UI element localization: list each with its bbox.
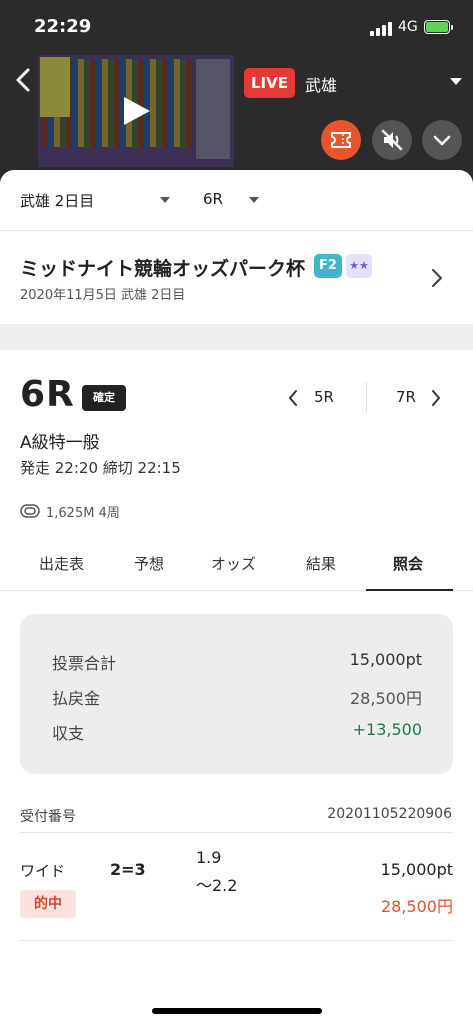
receipt-label: 受付番号 bbox=[20, 809, 76, 825]
race-number: 6R bbox=[20, 374, 75, 415]
race-grade: A級特一般 bbox=[20, 433, 100, 453]
summary-label: 収支 bbox=[52, 724, 85, 743]
tab-prediction[interactable]: 予想 bbox=[134, 553, 164, 574]
ticket-icon bbox=[331, 132, 351, 148]
live-badge: LIVE bbox=[244, 68, 295, 98]
race-times: 発走 22:20 締切 22:15 bbox=[20, 459, 181, 477]
tab-odds[interactable]: オッズ bbox=[211, 553, 256, 574]
tab-inquiry[interactable]: 照会 bbox=[393, 553, 423, 574]
mute-button[interactable] bbox=[372, 120, 412, 160]
chevron-right-icon[interactable] bbox=[430, 268, 444, 288]
collapse-button[interactable] bbox=[422, 120, 462, 160]
divider bbox=[20, 940, 453, 941]
bet-stake: 15,000pt bbox=[380, 860, 453, 879]
star-badge: ★★ bbox=[346, 254, 372, 278]
divider bbox=[366, 382, 367, 412]
status-bar: 22:29 4G bbox=[0, 0, 473, 54]
bet-type: ワイド bbox=[20, 862, 66, 880]
signal-icon bbox=[370, 22, 392, 36]
screen: 22:29 4G LIVE 武雄 武雄 2日目 6R ミッドナイト競輪オッズパー… bbox=[0, 0, 473, 1024]
speaker-muted-icon bbox=[381, 129, 403, 151]
status-time: 22:29 bbox=[34, 16, 92, 37]
chevron-right-icon[interactable] bbox=[430, 389, 442, 407]
divider bbox=[0, 230, 473, 231]
ticket-button[interactable] bbox=[321, 120, 361, 160]
receipt-number: 20201105220906 bbox=[327, 806, 452, 822]
back-icon[interactable] bbox=[12, 66, 36, 94]
hit-badge: 的中 bbox=[20, 890, 76, 918]
profit-value: +13,500 bbox=[352, 720, 422, 739]
bet-odds-low: 1.9 bbox=[196, 848, 222, 867]
summary-value: 28,500円 bbox=[350, 689, 422, 708]
divider bbox=[20, 832, 453, 833]
summary-label: 投票合計 bbox=[52, 654, 117, 673]
bet-odds-high: ～2.2 bbox=[196, 876, 238, 895]
tab-results[interactable]: 結果 bbox=[306, 553, 336, 574]
summary-label: 払戻金 bbox=[52, 689, 101, 708]
race-title[interactable]: ミッドナイト競輪オッズパーク杯 bbox=[20, 254, 305, 281]
day-selector[interactable]: 武雄 2日目 bbox=[20, 190, 94, 211]
summary-value: 15,000pt bbox=[349, 650, 422, 669]
bet-payout: 28,500円 bbox=[381, 897, 453, 916]
day-dropdown-icon[interactable] bbox=[160, 197, 170, 203]
chevron-left-icon[interactable] bbox=[287, 389, 299, 407]
play-icon[interactable] bbox=[121, 96, 151, 126]
prev-race-link[interactable]: 5R bbox=[314, 388, 334, 406]
bet-combination: 2=3 bbox=[110, 860, 146, 879]
race-distance: 1,625M 4周 bbox=[46, 506, 120, 521]
live-venue[interactable]: 武雄 bbox=[305, 72, 337, 96]
battery-icon bbox=[424, 20, 453, 34]
race-dropdown-icon[interactable] bbox=[249, 197, 259, 203]
race-selector[interactable]: 6R bbox=[203, 190, 223, 208]
home-indicator[interactable] bbox=[152, 1008, 322, 1014]
race-date: 2020年11月5日 武雄 2日目 bbox=[20, 288, 186, 303]
network-label: 4G bbox=[398, 19, 418, 35]
chevron-down-icon bbox=[433, 135, 451, 146]
section-gap bbox=[0, 324, 473, 350]
venue-dropdown-icon[interactable] bbox=[450, 78, 462, 85]
status-badge: 確定 bbox=[82, 385, 126, 411]
grade-badge: F2 bbox=[314, 254, 342, 278]
next-race-link[interactable]: 7R bbox=[396, 388, 416, 406]
active-tab-indicator bbox=[366, 589, 453, 591]
tab-entries[interactable]: 出走表 bbox=[39, 553, 84, 574]
track-icon bbox=[20, 504, 40, 518]
